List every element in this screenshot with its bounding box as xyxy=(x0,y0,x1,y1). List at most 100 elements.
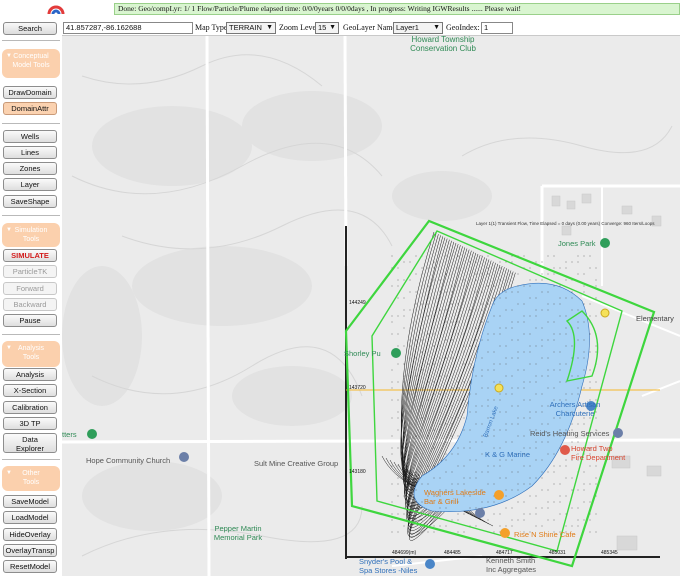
grid-dot xyxy=(523,315,525,317)
grid-dot xyxy=(445,393,447,395)
caret-down-icon: ▼ xyxy=(6,470,12,476)
zones-button[interactable]: Zones xyxy=(3,162,57,175)
grid-dot xyxy=(577,519,579,521)
grid-dot xyxy=(529,411,531,413)
place-label-line: Wagners Lakeside xyxy=(424,488,486,497)
conceptual-model-tools-header[interactable]: ▼ Conceptual Model Tools xyxy=(2,49,60,78)
zoom-level-select[interactable]: 15 ▼ xyxy=(315,22,339,34)
grid-dot xyxy=(553,501,555,503)
forward-button[interactable]: Forward xyxy=(3,282,57,295)
hide-overlay-button[interactable]: HideOverlay xyxy=(3,528,57,541)
calibration-button[interactable]: Calibration xyxy=(3,401,57,414)
data-explorer-button[interactable]: Data Explorer xyxy=(3,433,57,453)
grid-dot xyxy=(523,321,525,323)
grid-dot xyxy=(457,399,459,401)
place-label-line: Archers Artisan xyxy=(549,400,601,409)
x-section-button[interactable]: X-Section xyxy=(3,384,57,397)
3d-tp-button[interactable]: 3D TP xyxy=(3,417,57,430)
grid-dot xyxy=(445,273,447,275)
map-canvas[interactable]: 144249 143720 143180 484699(m) 484485 484717… xyxy=(62,35,680,576)
coordinates-input[interactable]: 41.857287,-86.162688 xyxy=(63,22,193,34)
layer-button[interactable]: Layer xyxy=(3,178,57,191)
grid-dot xyxy=(445,453,447,455)
grid-dot xyxy=(475,471,477,473)
grid-dot xyxy=(463,483,465,485)
save-shape-button[interactable]: SaveShape xyxy=(3,195,57,208)
grid-dot xyxy=(487,483,489,485)
well-marker[interactable] xyxy=(494,383,504,393)
grid-dot xyxy=(481,339,483,341)
grid-dot xyxy=(577,507,579,509)
geoindex-input[interactable]: 1 xyxy=(481,22,513,34)
draw-domain-button[interactable]: DrawDomain xyxy=(3,86,57,99)
app-window: Done: Geo/compLyr: 1/ 1 Flow/Particle/Pl… xyxy=(0,0,680,576)
wells-button[interactable]: Wells xyxy=(3,130,57,143)
simulate-button[interactable]: SIMULATE xyxy=(3,249,57,262)
grid-dot xyxy=(421,285,423,287)
grid-dot xyxy=(457,285,459,287)
pause-button[interactable]: Pause xyxy=(3,314,57,327)
backward-button[interactable]: Backward xyxy=(3,298,57,311)
grid-dot xyxy=(505,363,507,365)
grid-dot xyxy=(463,399,465,401)
grid-dot xyxy=(541,273,543,275)
grid-dot xyxy=(529,477,531,479)
grid-dot xyxy=(529,495,531,497)
lines-button[interactable]: Lines xyxy=(3,146,57,159)
grid-dot xyxy=(511,519,513,521)
well-marker[interactable] xyxy=(600,308,610,318)
grid-dot xyxy=(433,297,435,299)
place-label-line: Memorial Park xyxy=(213,533,263,542)
save-model-button[interactable]: SaveModel xyxy=(3,495,57,508)
reset-model-button[interactable]: ResetModel xyxy=(3,560,57,573)
grid-dot xyxy=(481,441,483,443)
grid-dot xyxy=(517,273,519,275)
geolayer-name-select[interactable]: Layer1 ▼ xyxy=(393,22,443,34)
grid-dot xyxy=(439,507,441,509)
analysis-button[interactable]: Analysis xyxy=(3,368,57,381)
grid-dot xyxy=(487,519,489,521)
grid-dot xyxy=(547,357,549,359)
grid-dot xyxy=(391,465,393,467)
grid-dot xyxy=(487,471,489,473)
search-button[interactable]: Search xyxy=(3,22,57,35)
grid-dot xyxy=(403,375,405,377)
caret-down-icon: ▼ xyxy=(6,53,12,59)
place-label-line: Snyder's Pool & xyxy=(359,557,413,566)
simulation-tools-header[interactable]: ▼ Simulation Tools xyxy=(2,223,60,247)
other-tools-header[interactable]: ▼ Other Tools xyxy=(2,466,60,491)
grid-dot xyxy=(415,507,417,509)
domain-attr-button[interactable]: DomainAttr xyxy=(3,102,57,115)
grid-dot xyxy=(439,423,441,425)
grid-dot xyxy=(571,477,573,479)
overlay-transp-button[interactable]: OverlayTransp xyxy=(3,544,57,557)
grid-dot xyxy=(529,351,531,353)
grid-dot xyxy=(391,417,393,419)
grid-dot xyxy=(409,279,411,281)
particle-tk-button[interactable]: ParticleTK xyxy=(3,265,57,278)
map-type-select[interactable]: TERRAIN ▼ xyxy=(226,22,276,34)
analysis-tools-header[interactable]: ▼ Analysis Tools xyxy=(2,341,60,367)
x-tick-label: 484485 xyxy=(444,550,461,556)
grid-dot xyxy=(499,411,501,413)
grid-dot xyxy=(415,435,417,437)
grid-dot xyxy=(469,381,471,383)
grid-dot xyxy=(397,465,399,467)
grid-dot xyxy=(517,357,519,359)
grid-dot xyxy=(433,447,435,449)
grid-dot xyxy=(451,357,453,359)
grid-dot xyxy=(517,405,519,407)
grid-dot xyxy=(475,411,477,413)
grid-dot xyxy=(403,261,405,263)
grid-dot xyxy=(571,261,573,263)
load-model-button[interactable]: LoadModel xyxy=(3,511,57,524)
grid-dot xyxy=(475,477,477,479)
grid-dot xyxy=(451,519,453,521)
grid-dot xyxy=(415,339,417,341)
grid-dot xyxy=(499,393,501,395)
grid-dot xyxy=(595,477,597,479)
grid-dot xyxy=(523,399,525,401)
grid-dot xyxy=(409,405,411,407)
grid-dot xyxy=(487,273,489,275)
grid-dot xyxy=(433,327,435,329)
